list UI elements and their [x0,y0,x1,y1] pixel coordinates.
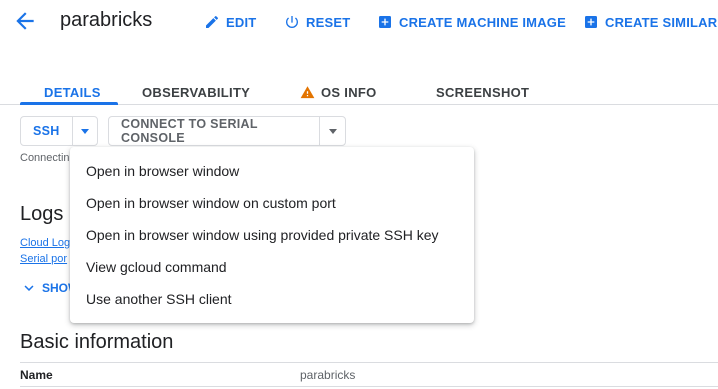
create-similar-button[interactable]: CREATE SIMILAR [583,12,717,32]
create-machine-image-label: CREATE MACHINE IMAGE [399,14,566,30]
tab-observability-label: OBSERVABILITY [142,84,251,100]
tab-os-info[interactable]: OS INFO [300,80,377,104]
warning-icon [300,85,315,98]
logs-heading: Logs [20,203,64,225]
tab-screenshot[interactable]: SCREENSHOT [436,80,529,104]
name-row-label: Name [20,368,53,382]
ssh-dropdown-button[interactable] [71,117,97,145]
arrow-back-icon [16,12,34,30]
menu-item-another-ssh-client[interactable]: Use another SSH client [70,283,474,315]
serial-console-split-button: CONNECT TO SERIAL CONSOLE [108,116,346,146]
chevron-down-icon [24,285,34,291]
connection-status-text: Connectin [20,152,70,164]
cloud-logging-link[interactable]: Cloud Log [20,237,70,249]
create-similar-label: CREATE SIMILAR [605,14,718,30]
serial-console-button[interactable]: CONNECT TO SERIAL CONSOLE [109,117,319,145]
ssh-label: SSH [33,124,60,138]
add-box-icon [585,16,597,28]
tab-screenshot-label: SCREENSHOT [436,84,530,100]
menu-item-open-browser[interactable]: Open in browser window [70,155,474,187]
active-tab-indicator [20,102,118,105]
serial-console-dropdown-button[interactable] [319,117,345,145]
edit-label: EDIT [226,14,257,30]
tab-details[interactable]: DETAILS [44,80,101,104]
ssh-button[interactable]: SSH [21,117,72,145]
caret-down-icon [80,128,89,134]
table-divider [20,386,718,387]
add-box-icon [379,16,391,28]
ssh-split-button: SSH [20,116,98,146]
ssh-options-menu: Open in browser window Open in browser w… [70,147,474,323]
reset-button[interactable]: RESET [284,12,350,32]
edit-button[interactable]: EDIT [204,12,256,32]
tab-details-label: DETAILS [44,84,101,100]
page-title: parabricks [60,9,153,31]
menu-item-view-gcloud-command[interactable]: View gcloud command [70,251,474,283]
name-row-value: parabricks [300,368,356,382]
back-button[interactable] [12,8,38,34]
basic-information-heading: Basic information [20,331,174,353]
table-divider [20,362,718,363]
menu-item-open-browser-private-key[interactable]: Open in browser window using provided pr… [70,219,474,251]
caret-down-icon [328,128,337,134]
create-machine-image-button[interactable]: CREATE MACHINE IMAGE [377,12,566,32]
power-icon [286,16,298,28]
serial-console-label: CONNECT TO SERIAL CONSOLE [121,117,258,145]
tab-os-info-label: OS INFO [321,84,377,100]
menu-item-open-browser-custom-port[interactable]: Open in browser window on custom port [70,187,474,219]
reset-label: RESET [306,14,351,30]
tab-observability[interactable]: OBSERVABILITY [142,80,250,104]
serial-port-link[interactable]: Serial por [20,253,67,265]
pencil-icon [206,15,219,28]
